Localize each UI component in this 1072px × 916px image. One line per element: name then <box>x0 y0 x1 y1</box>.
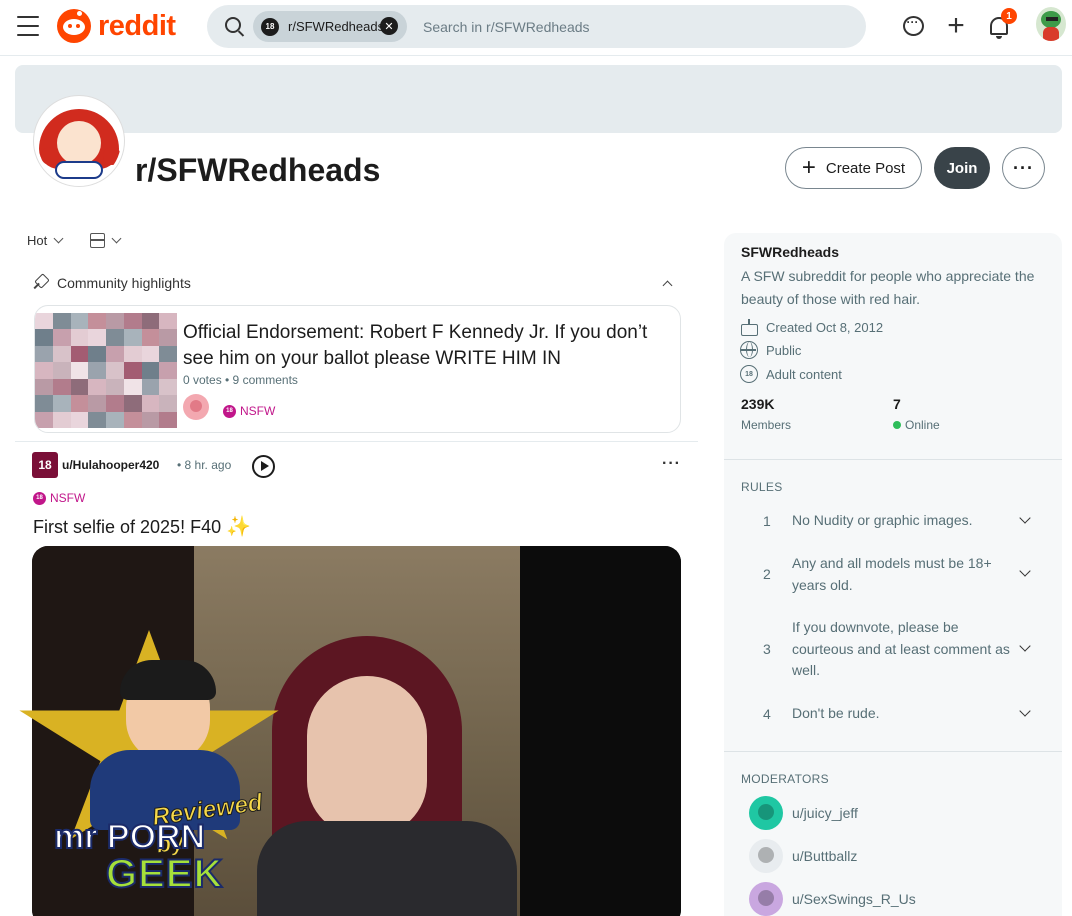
reviewer-watermark: Reviewed by mr PORN GEEK <box>14 630 284 897</box>
search-scope-label: r/SFWRedheads <box>288 19 385 34</box>
play-icon[interactable] <box>252 455 275 478</box>
create-button[interactable]: + <box>941 11 971 41</box>
rule-text: No Nudity or graphic images. <box>792 512 973 528</box>
feed-divider <box>15 441 698 442</box>
cake-icon <box>740 318 758 336</box>
rule-number: 3 <box>763 641 771 657</box>
rule-number: 1 <box>763 513 771 529</box>
more-options-button[interactable]: ··· <box>1002 147 1045 189</box>
sort-dropdown[interactable]: Hot <box>27 233 64 248</box>
top-header: reddit 18 r/SFWRedheads ✕ + 1 <box>0 0 1072 56</box>
created-date: Created Oct 8, 2012 <box>740 318 883 336</box>
members-label: Members <box>741 418 792 432</box>
highlight-card[interactable]: Official Endorsement: Robert F Kennedy J… <box>34 305 681 433</box>
community-name: SFWRedheads <box>741 244 840 260</box>
community-description: A SFW subreddit for people who appreciat… <box>741 268 1035 307</box>
created-date-label: Created Oct 8, 2012 <box>766 319 884 335</box>
community-highlights-header: Community highlights <box>32 275 191 291</box>
rule-text: If you downvote, please be courteous and… <box>792 619 1010 678</box>
chevron-down-icon <box>53 233 64 244</box>
rule-text: Don't be rude. <box>792 705 880 721</box>
highlight-author-avatar <box>183 394 209 420</box>
highlight-title[interactable]: Official Endorsement: Robert F Kennedy J… <box>183 320 673 372</box>
community-sidebar: SFWRedheads A SFW subreddit for people w… <box>724 233 1062 916</box>
moderator-item[interactable]: u/Buttballz <box>749 839 857 873</box>
card-view-icon <box>90 233 105 248</box>
chat-button[interactable] <box>898 11 928 41</box>
rule-text: Any and all models must be 18+ years old… <box>792 555 992 593</box>
nsfw-icon: 18 <box>223 404 236 418</box>
join-button[interactable]: Join <box>934 147 990 189</box>
reddit-snoo-icon <box>57 9 91 43</box>
online-dot-icon <box>893 421 901 429</box>
post-title[interactable]: First selfie of 2025! F40 ✨ <box>33 514 251 539</box>
adult-content-label: Adult content <box>766 366 842 382</box>
nsfw-icon: 18 <box>33 491 46 505</box>
logo-wordmark: reddit <box>98 9 176 42</box>
moderator-name: u/SexSwings_R_Us <box>792 891 916 907</box>
adult-content: 18 Adult content <box>740 365 842 383</box>
user-avatar[interactable] <box>1036 7 1066 41</box>
highlight-thumbnail <box>35 313 177 428</box>
chevron-down-icon <box>111 233 122 244</box>
chat-icon <box>902 15 924 36</box>
online-count: 7 <box>893 396 901 412</box>
notification-badge: 1 <box>1001 8 1017 24</box>
plus-icon: + <box>947 9 965 42</box>
rule-number: 4 <box>763 706 771 722</box>
subreddit-banner <box>15 65 1062 133</box>
members-count: 239K <box>741 396 775 412</box>
notifications-button[interactable]: 1 <box>984 8 1017 41</box>
search-scope-chip[interactable]: 18 r/SFWRedheads ✕ <box>253 11 407 42</box>
create-post-button[interactable]: + Create Post <box>785 147 922 189</box>
pin-icon <box>32 275 48 291</box>
moderator-avatar <box>749 796 783 830</box>
search-bar[interactable]: 18 r/SFWRedheads ✕ <box>207 5 866 48</box>
moderator-item[interactable]: u/juicy_jeff <box>749 796 858 830</box>
moderator-avatar <box>749 882 783 916</box>
sparkles-icon: ✨ <box>226 516 252 538</box>
reddit-logo[interactable]: reddit <box>57 9 176 43</box>
subreddit-chip-avatar: 18 <box>261 17 279 36</box>
nsfw-badge: 18 NSFW <box>223 404 275 418</box>
view-toggle[interactable] <box>90 233 122 248</box>
sidebar-divider <box>724 751 1062 752</box>
nsfw-label: NSFW <box>50 491 86 505</box>
moderator-item[interactable]: u/SexSwings_R_Us <box>749 882 916 916</box>
community-highlights-label: Community highlights <box>57 275 191 291</box>
close-icon[interactable]: ✕ <box>380 17 398 35</box>
search-icon <box>225 17 241 33</box>
rule-number: 2 <box>763 566 771 582</box>
online-indicator: Online <box>893 418 940 432</box>
highlight-meta: 0 votes • 9 comments <box>183 373 298 387</box>
post-timestamp: • 8 hr. ago <box>177 458 232 472</box>
sort-label: Hot <box>27 233 48 248</box>
nsfw-badge: 18 NSFW <box>33 491 85 505</box>
adult-content-icon: 18 <box>740 365 758 383</box>
globe-icon <box>740 341 758 359</box>
plus-icon: + <box>801 154 816 181</box>
subreddit-title: r/SFWRedheads <box>135 152 381 188</box>
subreddit-icon <box>34 96 124 186</box>
moderators-heading: MODERATORS <box>741 772 829 786</box>
sidebar-divider <box>724 459 1062 460</box>
create-post-label: Create Post <box>825 159 906 177</box>
nsfw-label: NSFW <box>240 404 276 418</box>
online-label: Online <box>905 418 940 432</box>
post-author-avatar[interactable]: 18 <box>32 452 58 478</box>
chevron-up-icon[interactable] <box>662 280 673 291</box>
moderator-avatar <box>749 839 783 873</box>
watermark-brand-line2: GEEK <box>105 851 224 897</box>
post-title-text: First selfie of 2025! F40 <box>33 517 222 537</box>
moderator-name: u/Buttballz <box>792 848 858 864</box>
rules-heading: RULES <box>741 480 783 494</box>
post-author[interactable]: u/Hulahooper420 <box>62 458 159 472</box>
menu-icon[interactable] <box>17 16 39 36</box>
visibility-label: Public <box>766 342 802 358</box>
post-more-button[interactable]: ··· <box>662 455 681 473</box>
moderator-name: u/juicy_jeff <box>792 805 858 821</box>
visibility: Public <box>740 341 801 359</box>
search-input[interactable] <box>423 16 843 38</box>
